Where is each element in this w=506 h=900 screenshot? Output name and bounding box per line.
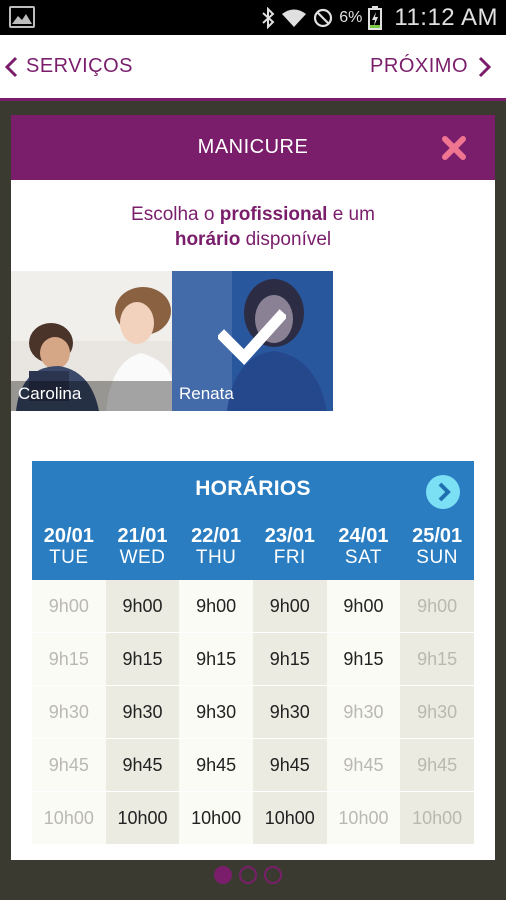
- time-slot-unavailable: 9h00: [32, 580, 106, 633]
- time-slot-available[interactable]: 9h30: [179, 686, 253, 739]
- time-slot-available[interactable]: 9h45: [179, 739, 253, 792]
- top-nav: SERVIÇOS PRÓXIMO: [0, 35, 506, 101]
- day-header: 25/01 SUN: [400, 525, 474, 569]
- modal-title: MANICURE: [197, 136, 309, 158]
- wifi-icon: [282, 9, 307, 27]
- schedule-title: HORÁRIOS: [195, 477, 311, 500]
- day-header: 22/01 THU: [179, 525, 253, 569]
- next-label: PRÓXIMO: [370, 55, 468, 77]
- professional-card-renata[interactable]: Renata: [172, 271, 333, 411]
- time-slot-available[interactable]: 9h30: [252, 686, 327, 739]
- time-slot-unavailable: 9h15: [32, 633, 106, 686]
- day-header: 23/01 FRI: [253, 525, 327, 569]
- time-slot-available[interactable]: 9h00: [326, 580, 401, 633]
- schedule-panel: HORÁRIOS 20/01 TUE 21/01 WED 22/01 THU 23/01 FR…: [32, 461, 474, 845]
- no-signal-icon: [314, 8, 333, 27]
- day-column: 9h00 9h15 9h30 9h45 10h00: [326, 580, 401, 845]
- time-slot-available[interactable]: 9h45: [252, 739, 327, 792]
- time-slot-unavailable: 9h15: [400, 633, 474, 686]
- chevron-left-icon: [4, 56, 18, 77]
- page-dot[interactable]: [264, 866, 282, 884]
- instruction-text: Escolha o profissional e um horário disp…: [131, 204, 375, 250]
- time-slot-available[interactable]: 9h30: [105, 686, 180, 739]
- time-slot-unavailable: 10h00: [400, 792, 474, 845]
- clock: 11:12 AM: [394, 3, 498, 31]
- day-column: 9h00 9h15 9h30 9h45 10h00: [400, 580, 474, 845]
- day-date: 20/01: [43, 525, 94, 547]
- time-slot-available[interactable]: 9h15: [326, 633, 401, 686]
- time-slot-available[interactable]: 10h00: [179, 792, 253, 845]
- day-column: 9h00 9h15 9h30 9h45 10h00: [179, 580, 253, 845]
- day-headers: 20/01 TUE 21/01 WED 22/01 THU 23/01 FRI 24/01 SAT…: [32, 525, 474, 569]
- day-header: 21/01 WED: [106, 525, 180, 569]
- modal-header: MANICURE: [11, 115, 495, 180]
- day-date: 24/01: [338, 525, 389, 547]
- time-slot-available[interactable]: 9h00: [252, 580, 327, 633]
- day-column: 9h00 9h15 9h30 9h45 10h00: [32, 580, 106, 845]
- time-slot-unavailable: 9h45: [32, 739, 106, 792]
- back-button[interactable]: SERVIÇOS: [4, 55, 133, 78]
- page-dot[interactable]: [239, 866, 257, 884]
- time-slot-available[interactable]: 9h15: [179, 633, 253, 686]
- time-slot-available[interactable]: 9h00: [105, 580, 180, 633]
- close-icon[interactable]: [441, 135, 467, 161]
- time-slot-unavailable: 10h00: [326, 792, 401, 845]
- day-date: 22/01: [191, 525, 242, 547]
- gallery-icon: [9, 6, 35, 28]
- day-header: 24/01 SAT: [327, 525, 401, 569]
- chevron-right-icon: [438, 482, 451, 502]
- schedule-header: HORÁRIOS 20/01 TUE 21/01 WED 22/01 THU 23/01 FR…: [32, 461, 474, 580]
- professional-name: Carolina: [18, 384, 82, 403]
- day-of-week: SUN: [416, 547, 458, 568]
- day-date: 23/01: [264, 525, 315, 547]
- time-slot-available[interactable]: 9h15: [105, 633, 180, 686]
- time-slot-available[interactable]: 10h00: [252, 792, 327, 845]
- day-of-week: WED: [119, 547, 166, 568]
- next-button[interactable]: PRÓXIMO: [370, 55, 492, 78]
- time-slot-unavailable: 9h30: [32, 686, 106, 739]
- professional-card-carolina[interactable]: Carolina: [11, 271, 172, 411]
- day-header: 20/01 TUE: [32, 525, 106, 569]
- time-slot-available[interactable]: 9h45: [105, 739, 180, 792]
- bluetooth-icon: [262, 6, 275, 29]
- professional-name: Renata: [179, 384, 234, 403]
- time-slot-unavailable: 9h45: [326, 739, 401, 792]
- time-slot-unavailable: 10h00: [32, 792, 106, 845]
- page-dot[interactable]: [214, 866, 232, 884]
- day-of-week: FRI: [273, 547, 306, 568]
- day-column: 9h00 9h15 9h30 9h45 10h00: [105, 580, 180, 845]
- battery-charging-icon: [368, 5, 383, 30]
- back-label: SERVIÇOS: [26, 55, 133, 77]
- time-grid: 9h00 9h15 9h30 9h45 10h00 9h00 9h15 9h30 9h45 10h…: [32, 580, 474, 845]
- time-slot-unavailable: 9h30: [400, 686, 474, 739]
- time-slot-available[interactable]: 10h00: [105, 792, 180, 845]
- status-bar: 6% 11:12 AM: [0, 0, 506, 35]
- page-indicator: [214, 866, 282, 884]
- day-column: 9h00 9h15 9h30 9h45 10h00: [252, 580, 327, 845]
- chevron-right-icon: [478, 56, 492, 77]
- selected-check-icon: [218, 309, 286, 365]
- battery-percent: 6%: [339, 8, 363, 26]
- time-slot-available[interactable]: 9h15: [252, 633, 327, 686]
- day-date: 21/01: [117, 525, 168, 547]
- service-modal: MANICURE Escolha o profissional e um hor…: [11, 115, 495, 860]
- next-week-button[interactable]: [426, 475, 460, 509]
- time-slot-unavailable: 9h00: [400, 580, 474, 633]
- time-slot-unavailable: 9h45: [400, 739, 474, 792]
- day-date: 25/01: [412, 525, 463, 547]
- day-of-week: SAT: [344, 547, 382, 568]
- time-slot-available[interactable]: 9h00: [179, 580, 253, 633]
- time-slot-unavailable: 9h30: [326, 686, 401, 739]
- day-of-week: TUE: [49, 547, 89, 568]
- day-of-week: THU: [195, 547, 237, 568]
